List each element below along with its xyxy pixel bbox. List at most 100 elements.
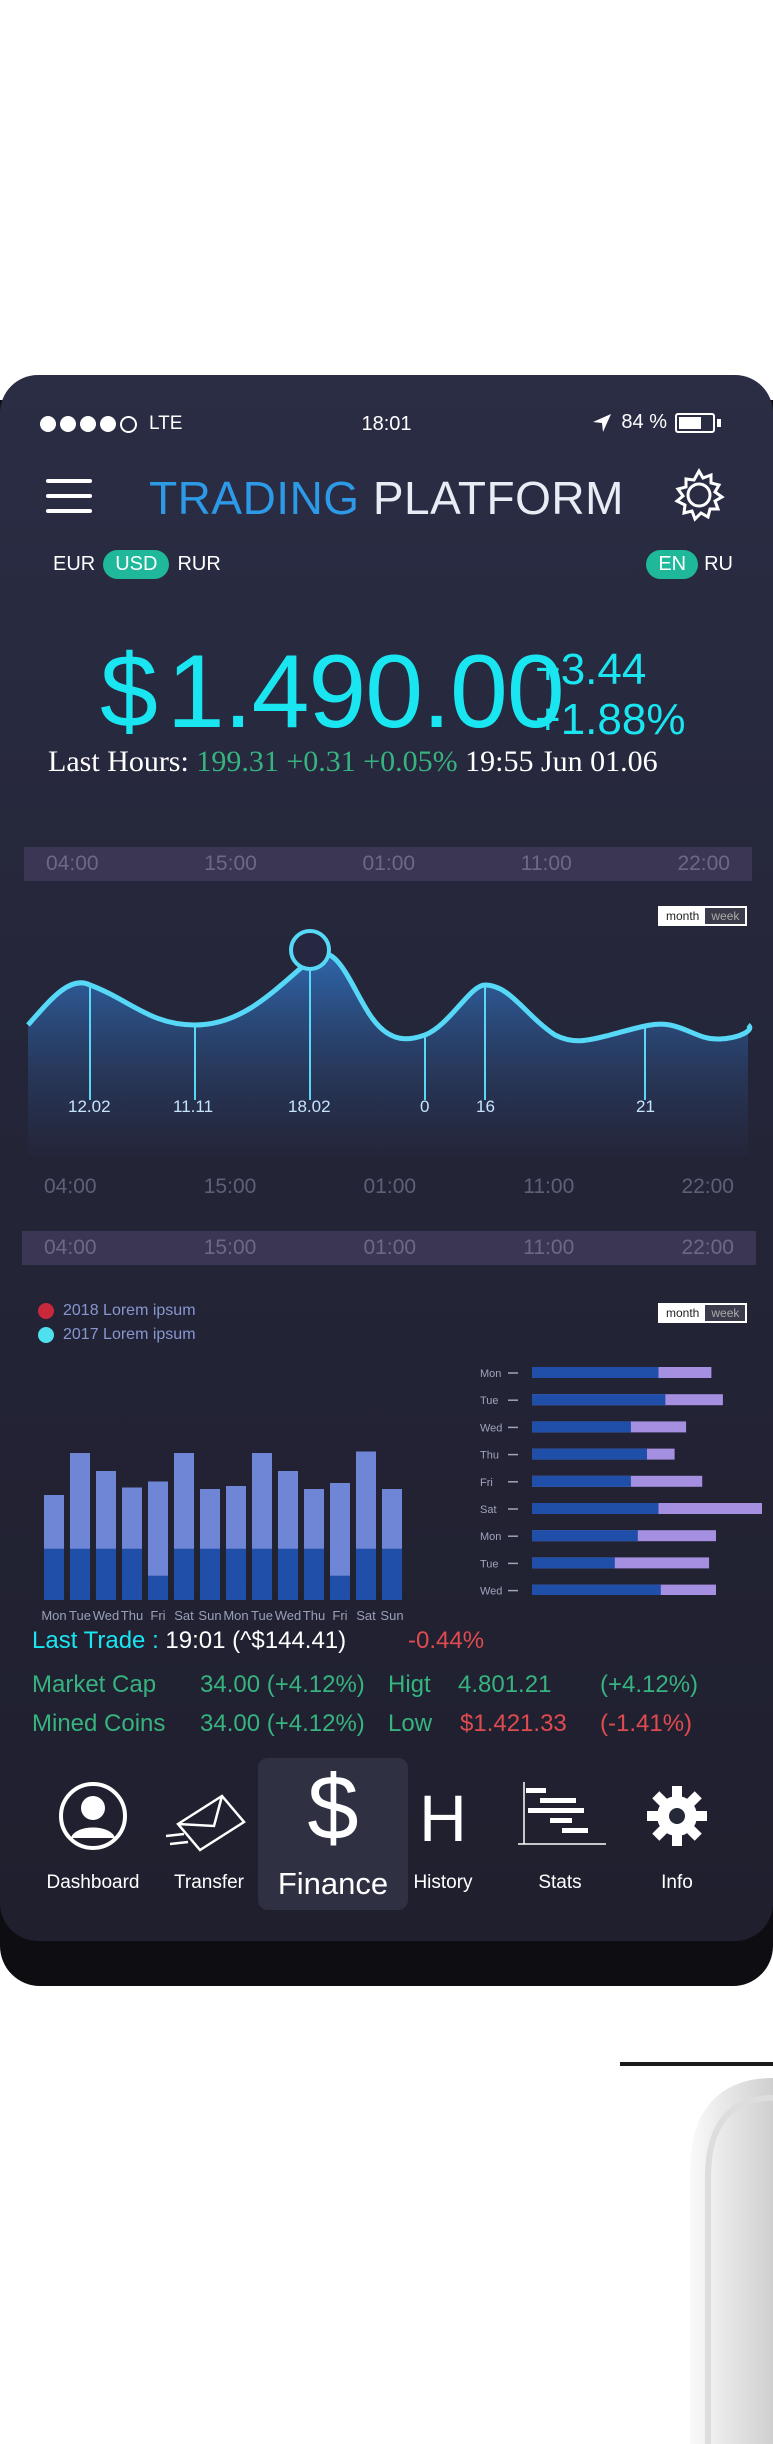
settings-gear-icon[interactable] [669, 465, 729, 525]
currency-eur[interactable]: EUR [53, 553, 95, 576]
last-hours-row: Last Hours: 199.31 +0.31 +0.05% 19:55 Ju… [48, 745, 658, 779]
hbar-segment-blue [532, 1557, 615, 1569]
hbar-segment-blue [532, 1394, 666, 1406]
bar-segment-dark [44, 1548, 64, 1600]
title-trading: TRADING [149, 472, 360, 524]
nav-finance[interactable]: $ Finance [258, 1758, 408, 1910]
nav-info[interactable]: Info [622, 1770, 732, 1893]
nav-transfer[interactable]: Transfer [154, 1770, 264, 1893]
last-hours-timestamp: 19:55 Jun 01.06 [465, 745, 658, 778]
hbar-day-label: Wed [480, 1586, 502, 1595]
time-label: 01:00 [363, 1236, 417, 1259]
price-value: 1.490.00 [166, 634, 565, 750]
nav-stats[interactable]: Stats [505, 1770, 615, 1893]
language-ru[interactable]: RU [704, 553, 733, 576]
price-change-abs: +3.44 [535, 645, 647, 694]
bar-day-label: Tue [69, 1608, 91, 1623]
hbar-day-label: Tue [480, 1558, 499, 1570]
gantt-chart-icon [518, 1782, 606, 1845]
legend-label: 2017 Lorem ipsum [63, 1326, 196, 1343]
bar-day-label: Thu [303, 1608, 325, 1623]
envelope-icon [165, 1794, 246, 1852]
battery-area: 84 % [591, 411, 721, 434]
time-label: 22:00 [681, 1175, 734, 1198]
history-h-icon: H [419, 1781, 467, 1855]
hbar-day-label: Mon [480, 1368, 501, 1380]
last-hours-change: +0.31 [286, 745, 356, 778]
nav-history[interactable]: H History [388, 1770, 498, 1893]
price-symbol: $ [100, 634, 158, 750]
last-trade-row: Last Trade : 19:01 (^$144.41) -0.44% [32, 1627, 484, 1655]
app-header: TRADING PLATFORM [0, 455, 773, 535]
bar-day-label: Wed [275, 1608, 302, 1623]
time-label: 11:00 [523, 1175, 575, 1198]
line-label: 0 [420, 1097, 430, 1116]
last-hours-label: Last Hours: [48, 745, 189, 778]
bar-segment-dark [122, 1548, 142, 1600]
currency-rur[interactable]: RUR [177, 553, 220, 576]
time-label: 04:00 [44, 1175, 97, 1198]
language-switcher: EN RU [646, 550, 733, 579]
hbar-day-label: Fri [480, 1477, 493, 1489]
line-label: 11.11 [173, 1097, 214, 1116]
user-avatar-icon [59, 1782, 127, 1850]
language-en-selected[interactable]: EN [646, 550, 699, 579]
hbar-segment-blue [532, 1584, 661, 1595]
battery-percent: 84 % [621, 411, 667, 433]
page-title: TRADING PLATFORM [0, 471, 773, 525]
second-phone-edge [620, 2062, 773, 2444]
last-trade-value: 19:01 (^$144.41) [165, 1627, 347, 1654]
toggle-month[interactable]: month [660, 1305, 706, 1321]
bar-day-label: Wed [93, 1608, 120, 1623]
hbar-segment-blue [532, 1530, 638, 1542]
hbar-segment-blue [532, 1421, 631, 1433]
nav-label: Dashboard [46, 1872, 140, 1893]
mined-coins-value: 34.00 (+4.12%) [200, 1710, 365, 1737]
line-label: 18.02 [288, 1097, 331, 1116]
gear-icon [647, 1786, 707, 1846]
phone-frame: LTE 18:01 84 % TRADING PLATFORM EUR USD … [0, 375, 773, 1941]
hbar-segment-blue [532, 1367, 659, 1378]
mined-coins-label: Mined Coins [32, 1710, 166, 1737]
bar-segment-dark [174, 1548, 194, 1600]
high-pct: (+4.12%) [600, 1671, 699, 1698]
price-line-chart [26, 929, 753, 1155]
line-label: 16 [476, 1097, 495, 1116]
weekly-bar-chart: Mon Tue Wed Thu Fri Sat Sun Mon Tue Wed Thu Fri Sat S… [41, 1451, 404, 1623]
legend-item: 2018 Lorem ipsum [38, 1302, 196, 1320]
bar-day-label: Tue [251, 1608, 273, 1623]
bar-segment-dark [304, 1548, 324, 1600]
time-label: 11:00 [520, 852, 572, 875]
market-cap-label: Market Cap [32, 1671, 157, 1698]
nav-dashboard[interactable]: Dashboard [38, 1770, 148, 1893]
time-label: 22:00 [677, 852, 730, 875]
bar-day-label: Mon [223, 1608, 248, 1623]
bar-segment-dark [200, 1548, 220, 1600]
hbar-segment-blue [532, 1475, 631, 1487]
low-value: $1.421.33 [460, 1710, 567, 1737]
price-change: +3.44 +1.88% [535, 645, 685, 745]
mined-coins-row: Mined Coins 34.00 (+4.12%) Low $1.421.33… [32, 1710, 772, 1738]
high-value: 4.801.21 [458, 1671, 552, 1698]
legend-dot-2017 [38, 1327, 54, 1343]
daily-hbar-chart: Mon Tue Wed Thu Fri Sat Mon Tue Wed [480, 1367, 762, 1595]
title-platform: PLATFORM [372, 472, 624, 524]
line-highlight-point [289, 929, 331, 971]
market-cap-value: 34.00 (+4.12%) [200, 1671, 365, 1698]
hbar-segment-blue [532, 1503, 659, 1514]
bar-segment-dark [96, 1548, 116, 1600]
time-axis-bar-bottom: 04:00 15:00 01:00 11:00 22:00 [22, 1231, 756, 1265]
time-label: 04:00 [44, 1236, 97, 1259]
nav-label: Stats [538, 1872, 582, 1893]
bar-day-label: Mon [41, 1608, 66, 1623]
legend-label: 2018 Lorem ipsum [63, 1302, 196, 1319]
legend-item: 2017 Lorem ipsum [38, 1326, 196, 1344]
toggle-week[interactable]: week [705, 1305, 746, 1321]
hbar-day-label: Tue [480, 1395, 499, 1407]
line-area [28, 953, 750, 1155]
last-trade-label: Last Trade : [32, 1627, 159, 1654]
time-label: 01:00 [362, 852, 416, 875]
currency-usd-selected[interactable]: USD [103, 550, 170, 579]
period-toggle-bars[interactable]: month week [658, 1303, 748, 1323]
bar-day-label: Sun [198, 1608, 221, 1623]
